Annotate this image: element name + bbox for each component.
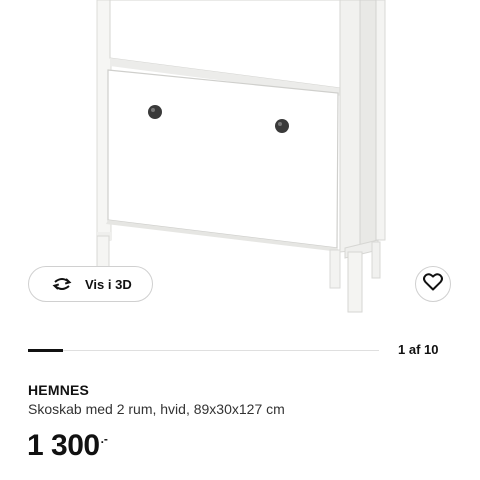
- product-description: Skoskab med 2 rum, hvid, 89x30x127 cm: [28, 401, 285, 417]
- view-in-3d-label: Vis i 3D: [85, 276, 132, 292]
- price-amount: 1 300: [27, 429, 100, 462]
- gallery-page-counter: 1 af 10: [398, 342, 439, 357]
- heart-icon: [423, 272, 443, 296]
- favourite-button[interactable]: [415, 266, 451, 302]
- product-price: 1 300 .-: [27, 428, 108, 464]
- product-name[interactable]: HEMNES: [28, 382, 89, 398]
- gallery-progress-bar[interactable]: [28, 349, 379, 352]
- view-in-3d-button[interactable]: Vis i 3D: [28, 266, 153, 302]
- rotate-3d-icon: [51, 276, 73, 292]
- price-suffix: .-: [100, 432, 108, 446]
- product-page: Vis i 3D 1 af 10 HEMNES Skoskab med 2 ru…: [0, 0, 480, 480]
- gallery-progress-fill: [28, 349, 64, 352]
